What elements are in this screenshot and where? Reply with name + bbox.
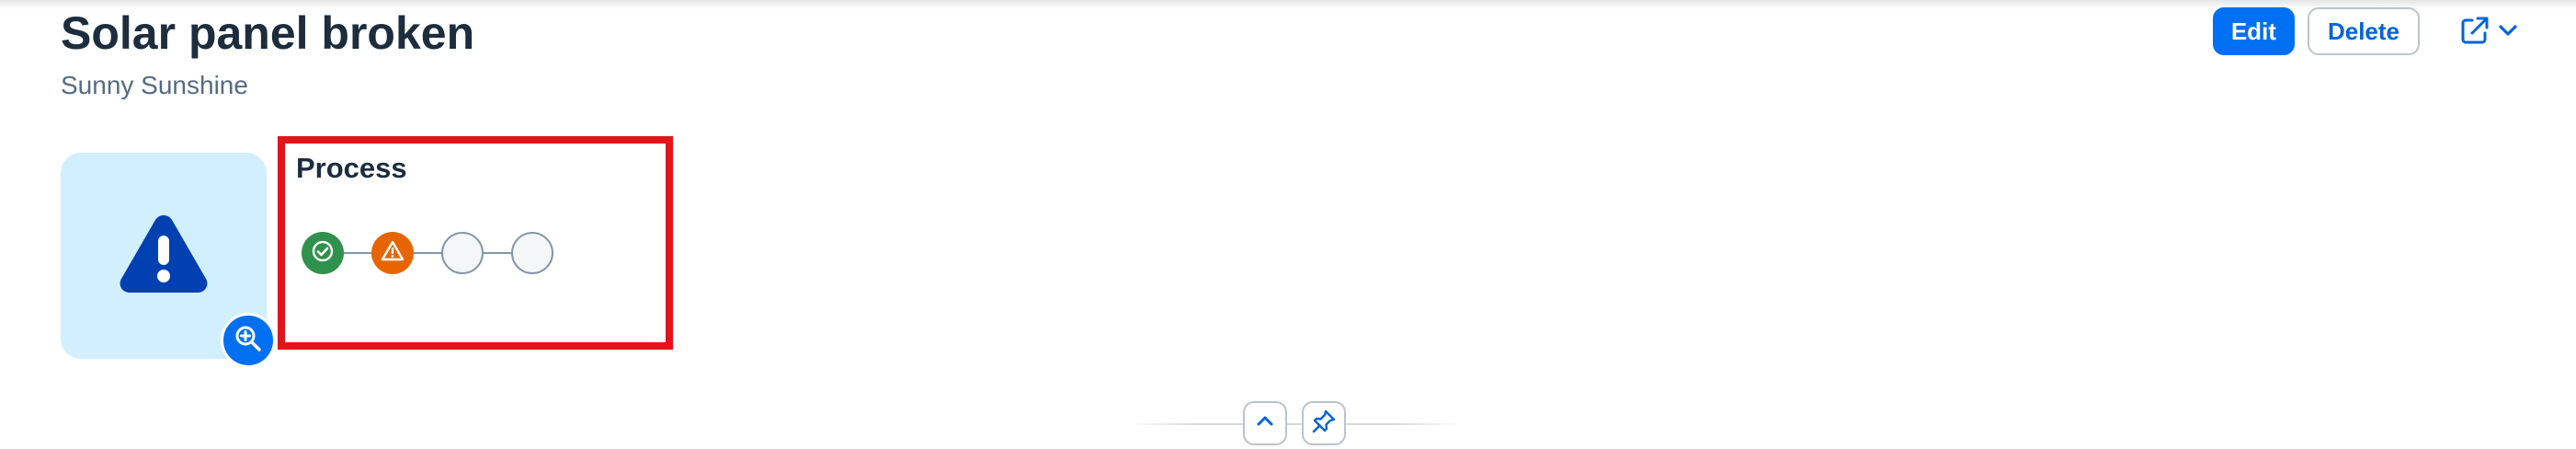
header-collapse-divider: [1131, 423, 1462, 425]
page-subtitle: Sunny Sunshine: [61, 71, 248, 99]
alert-triangle-icon: [118, 212, 210, 301]
process-step-2[interactable]: [371, 232, 414, 274]
process-flow: [302, 232, 553, 274]
pin-icon: [1311, 409, 1337, 439]
check-circle-icon: [311, 239, 335, 268]
process-connector: [484, 252, 511, 254]
page-title: Solar panel broken: [61, 7, 475, 59]
process-connector: [344, 252, 371, 254]
process-step-3[interactable]: [441, 232, 484, 274]
pin-header-button[interactable]: [1302, 401, 1346, 445]
process-step-4[interactable]: [511, 232, 553, 274]
chevron-down-icon: [2498, 20, 2518, 43]
chevron-up-icon: [1254, 410, 1276, 437]
delete-button[interactable]: Delete: [2307, 7, 2420, 55]
share-icon: [2459, 15, 2491, 49]
warning-icon: [381, 239, 405, 268]
process-connector: [414, 252, 441, 254]
share-menu-button[interactable]: [2447, 7, 2530, 55]
edit-button[interactable]: Edit: [2212, 7, 2295, 55]
process-title: Process: [296, 152, 407, 184]
header-actions: Edit Delete: [2212, 7, 2530, 55]
collapse-header-button[interactable]: [1243, 401, 1287, 445]
process-step-1[interactable]: [302, 232, 344, 274]
avatar-zoom-button[interactable]: [221, 313, 276, 368]
zoom-in-icon: [234, 324, 263, 358]
